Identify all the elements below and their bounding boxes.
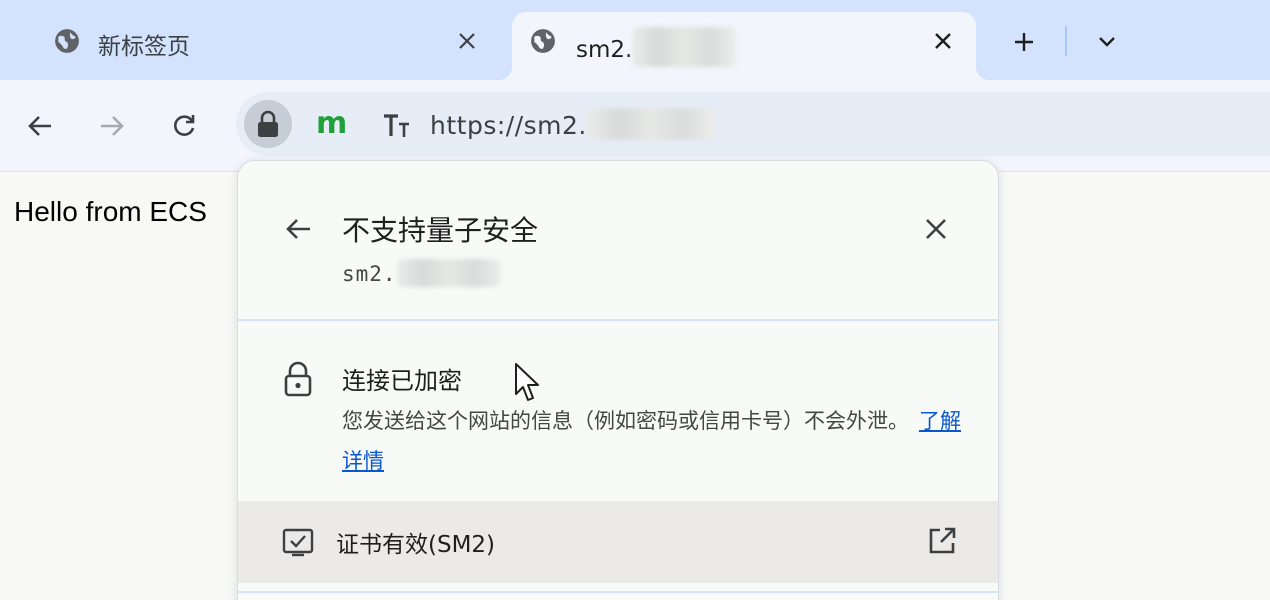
close-icon — [935, 33, 951, 49]
close-icon — [459, 33, 475, 49]
back-button[interactable] — [22, 108, 58, 144]
globe-icon — [55, 29, 79, 53]
connection-status-description: 您发送给这个网站的信息（例如密码或信用卡号）不会外泄。 了解详情 — [342, 409, 961, 473]
divider — [238, 591, 998, 593]
arrow-left-icon — [28, 116, 51, 136]
popup-host: sm2. — [342, 259, 501, 287]
new-tab-button[interactable] — [1008, 26, 1040, 58]
divider — [238, 319, 998, 321]
reload-button[interactable] — [166, 108, 202, 144]
forward-button[interactable] — [94, 108, 130, 144]
arrow-right-icon — [101, 116, 124, 136]
text-size-icon[interactable] — [382, 112, 412, 140]
certificate-row[interactable]: 证书有效(SM2) — [238, 501, 998, 583]
popup-title: 不支持量子安全 — [342, 214, 539, 247]
certificate-icon — [282, 528, 314, 557]
site-info-popup: 不支持量子安全 sm2. 连接已加密 您发送给这个网站的信息（例如密码或信用卡号… — [237, 160, 999, 600]
tab-search-button[interactable] — [1091, 26, 1123, 58]
tab-close-button[interactable] — [452, 26, 482, 56]
omnibox[interactable]: m https://sm2. — [236, 92, 1270, 156]
lock-icon — [258, 110, 278, 137]
lock-icon — [284, 361, 312, 397]
tab-sm2[interactable]: sm2. — [498, 12, 990, 80]
tab-title: 新标签页 — [98, 34, 190, 60]
globe-icon — [531, 29, 555, 53]
tab-strip: 新标签页 sm2. — [0, 0, 1270, 80]
back-arrow-button[interactable] — [282, 213, 314, 245]
connection-status-title: 连接已加密 — [342, 367, 462, 395]
tab-title: sm2. — [576, 27, 737, 67]
redacted-host — [632, 27, 737, 67]
extension-m-icon[interactable]: m — [316, 106, 347, 141]
redacted-host — [586, 108, 715, 140]
mouse-cursor-icon — [515, 363, 539, 401]
chevron-down-icon — [1099, 37, 1115, 47]
page-body-text: Hello from ECS — [14, 196, 207, 227]
external-link-icon[interactable] — [926, 525, 958, 557]
toolbar: m https://sm2. — [0, 80, 1270, 172]
redacted-host — [396, 259, 501, 287]
tab-close-button[interactable] — [928, 26, 958, 56]
plus-icon — [1015, 33, 1033, 51]
site-info-button[interactable] — [244, 100, 292, 148]
tab-new-tab[interactable]: 新标签页 — [40, 12, 500, 80]
certificate-label: 证书有效(SM2) — [336, 532, 496, 558]
reload-icon — [174, 115, 195, 136]
close-icon[interactable] — [920, 213, 952, 245]
tabstrip-separator — [1065, 26, 1067, 56]
address-bar-url[interactable]: https://sm2. — [430, 108, 715, 140]
